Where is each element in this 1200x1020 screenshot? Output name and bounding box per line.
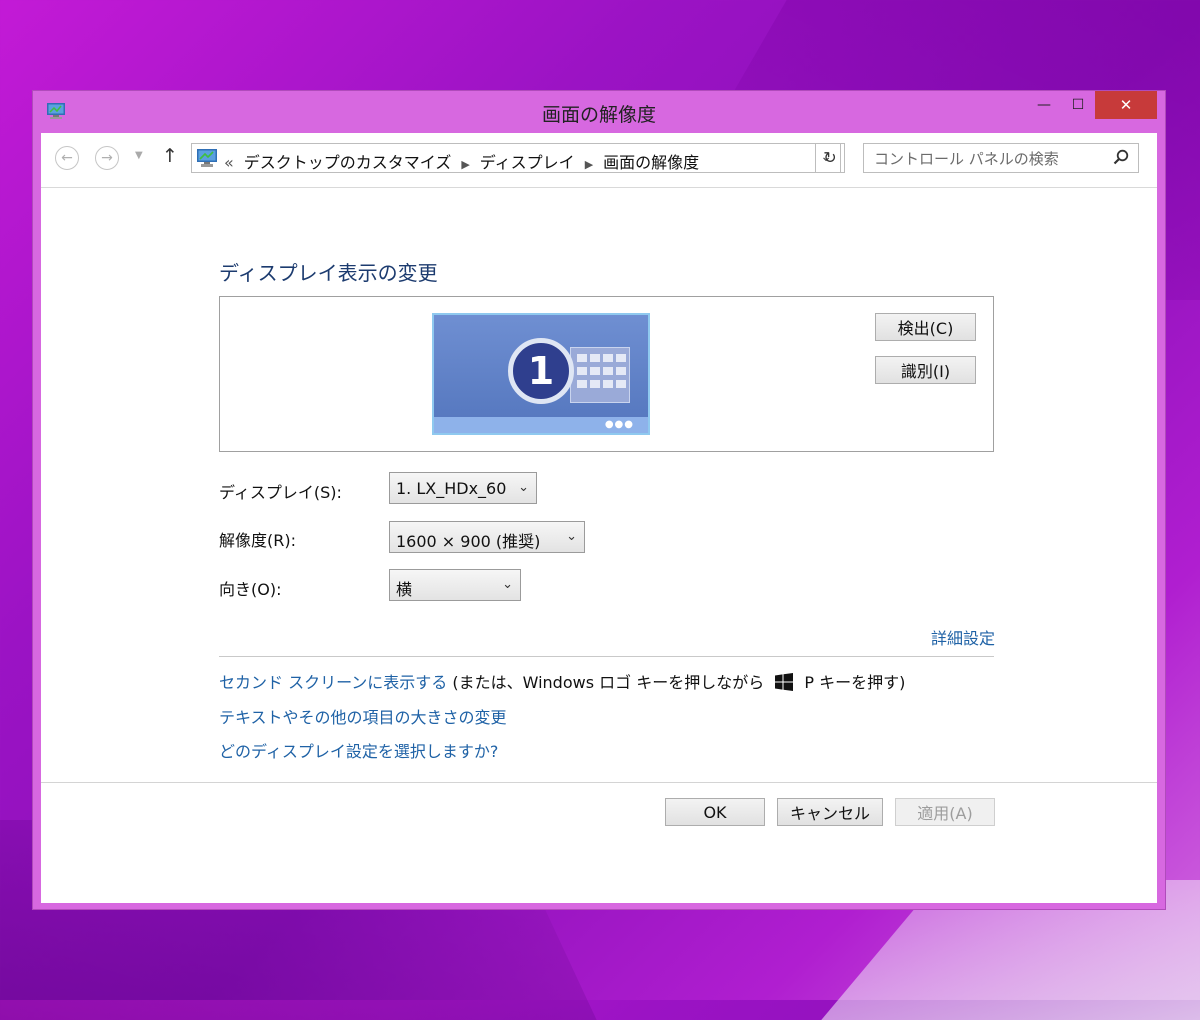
forward-arrow-icon[interactable]: → bbox=[95, 146, 119, 170]
address-bar[interactable]: «デスクトップのカスタマイズ ▶ ディスプレイ ▶ 画面の解像度 ⌄ bbox=[191, 143, 841, 173]
detect-button[interactable]: 検出(C) bbox=[875, 313, 976, 341]
screen-resolution-window: 画面の解像度 — ☐ ✕ ← → ▼ ↑ « デスクトップのカスタマイズ ▶ ディスプ… bbox=[32, 90, 1166, 910]
breadcrumb-separator-icon[interactable]: ▶ bbox=[461, 158, 469, 171]
recent-locations-chevron-icon[interactable]: ▼ bbox=[135, 150, 143, 161]
divider bbox=[41, 782, 1157, 783]
display-select[interactable]: 1. LX_HDx_60 ⌄ bbox=[389, 472, 537, 504]
page-title: ディスプレイ表示の変更 bbox=[219, 261, 438, 285]
refresh-icon[interactable]: ↻ bbox=[815, 143, 845, 173]
second-screen-link[interactable]: セカンド スクリーンに表示する bbox=[219, 673, 447, 692]
which-display-settings-link[interactable]: どのディスプレイ設定を選択しますか? bbox=[219, 738, 498, 762]
orientation-label: 向き(O): bbox=[219, 580, 282, 599]
title-bar[interactable]: 画面の解像度 — ☐ ✕ bbox=[33, 91, 1165, 133]
more-dots-icon: ●●● bbox=[604, 419, 634, 430]
search-box[interactable] bbox=[863, 143, 1139, 173]
window-title: 画面の解像度 bbox=[541, 104, 656, 126]
breadcrumb-separator-icon[interactable]: ▶ bbox=[585, 158, 593, 171]
breadcrumb-overflow-icon[interactable]: « bbox=[224, 153, 234, 172]
monitor-number-badge: 1 bbox=[508, 338, 574, 404]
start-screen-grid-icon bbox=[570, 347, 630, 403]
back-arrow-icon[interactable]: ← bbox=[55, 146, 79, 170]
windows-logo-icon bbox=[775, 673, 794, 691]
minimize-button[interactable]: — bbox=[1029, 91, 1059, 119]
close-button[interactable]: ✕ bbox=[1095, 91, 1157, 119]
orientation-select[interactable]: 横 ⌄ bbox=[389, 569, 521, 601]
apply-button[interactable]: 適用(A) bbox=[895, 798, 995, 826]
display-label: ディスプレイ(S): bbox=[219, 483, 342, 502]
resolution-select-value: 1600 × 900 (推奨) bbox=[396, 532, 541, 551]
text-size-link[interactable]: テキストやその他の項目の大きさの変更 bbox=[219, 704, 507, 728]
window-client-area: ← → ▼ ↑ « デスクトップのカスタマイズ ▶ ディスプレイ ▶ 画面の解像度 ⌄ ↻ bbox=[41, 133, 1157, 903]
up-arrow-icon[interactable]: ↑ bbox=[162, 145, 178, 167]
display-preview-area: 1 ●●● 検出(C) 識別(I) bbox=[219, 296, 994, 452]
breadcrumb: « デスクトップのカスタマイズ ▶ ディスプレイ ▶ 画面の解像度 bbox=[224, 149, 699, 173]
chevron-down-icon: ⌄ bbox=[518, 480, 529, 495]
second-screen-note-end: P キーを押す) bbox=[799, 673, 906, 692]
orientation-select-value: 横 bbox=[396, 580, 413, 599]
breadcrumb-item-display[interactable]: ディスプレイ bbox=[480, 153, 575, 172]
identify-button[interactable]: 識別(I) bbox=[875, 356, 976, 384]
cancel-button[interactable]: キャンセル bbox=[777, 798, 883, 826]
search-input[interactable] bbox=[872, 148, 1106, 170]
divider bbox=[219, 656, 994, 657]
maximize-button[interactable]: ☐ bbox=[1063, 91, 1093, 119]
ok-button[interactable]: OK bbox=[665, 798, 765, 826]
monitor-1-thumbnail[interactable]: 1 ●●● bbox=[432, 313, 650, 435]
resolution-select[interactable]: 1600 × 900 (推奨) ⌄ bbox=[389, 521, 585, 553]
chevron-down-icon: ⌄ bbox=[566, 529, 577, 544]
control-panel-icon bbox=[197, 149, 217, 167]
resolution-label: 解像度(R): bbox=[219, 531, 296, 550]
breadcrumb-item-desktop-customize[interactable]: デスクトップのカスタマイズ bbox=[244, 153, 452, 172]
navigation-bar: ← → ▼ ↑ «デスクトップのカスタマイズ ▶ ディスプレイ ▶ 画面の解像度 ⌄ ↻ bbox=[41, 133, 1157, 188]
second-screen-row: セカンド スクリーンに表示する (または、Windows ロゴ キーを押しながら… bbox=[219, 669, 905, 693]
display-select-value: 1. LX_HDx_60 bbox=[396, 479, 507, 498]
advanced-settings-link[interactable]: 詳細設定 bbox=[931, 625, 995, 649]
search-icon[interactable] bbox=[1113, 149, 1129, 165]
second-screen-note: (または、Windows ロゴ キーを押しながら bbox=[447, 673, 770, 692]
chevron-down-icon: ⌄ bbox=[502, 577, 513, 592]
breadcrumb-item-screen-resolution[interactable]: 画面の解像度 bbox=[603, 153, 699, 172]
